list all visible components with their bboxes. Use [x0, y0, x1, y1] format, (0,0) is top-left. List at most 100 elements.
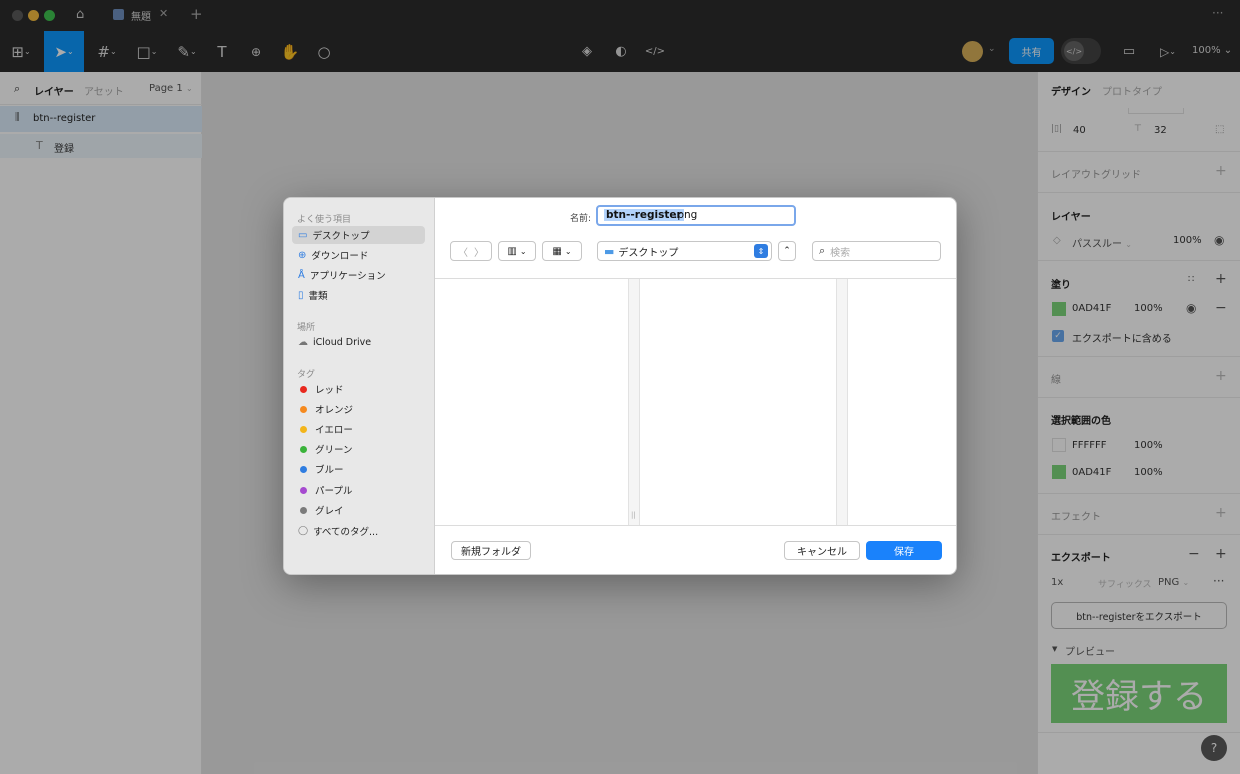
- close-tab-icon[interactable]: ✕: [159, 7, 168, 20]
- cancel-button[interactable]: キャンセル: [784, 541, 860, 560]
- sidebar-tag-yellow[interactable]: イエロー: [292, 420, 425, 438]
- help-button[interactable]: ?: [1201, 735, 1227, 761]
- filename-input[interactable]: btn--register .png: [596, 205, 796, 226]
- export-settings-icon[interactable]: ···: [1213, 574, 1224, 588]
- main-menu-icon[interactable]: ⊞ ⌄: [6, 31, 36, 72]
- selection-color-swatch[interactable]: [1052, 465, 1066, 479]
- home-icon[interactable]: ⌂: [76, 8, 90, 22]
- add-stroke-icon[interactable]: +: [1215, 368, 1227, 384]
- add-effect-icon[interactable]: +: [1215, 505, 1227, 521]
- fill-opacity[interactable]: 100%: [1134, 303, 1163, 314]
- zoom-level[interactable]: 100% ⌄: [1192, 45, 1232, 56]
- add-layout-grid-icon[interactable]: +: [1215, 163, 1227, 179]
- sidebar-tag-purple[interactable]: パープル: [292, 481, 425, 499]
- sidebar-item-downloads[interactable]: ⊕ ダウンロード: [292, 246, 425, 264]
- caret-down-icon[interactable]: ▼: [1052, 645, 1057, 653]
- add-fill-icon[interactable]: +: [1215, 271, 1227, 287]
- sidebar-item-documents[interactable]: ▯ 書類: [292, 286, 425, 304]
- chevron-right-icon[interactable]: 〉: [474, 244, 484, 259]
- chevron-down-icon[interactable]: ⌄: [988, 44, 996, 54]
- height-value[interactable]: 32: [1154, 125, 1167, 136]
- selection-color-opacity[interactable]: 100%: [1134, 467, 1163, 478]
- sidebar-tag-blue[interactable]: ブルー: [292, 460, 425, 478]
- back-forward-buttons[interactable]: 〈〉: [450, 241, 492, 261]
- present-icon[interactable]: ▷ ⌄: [1152, 31, 1184, 72]
- remove-export-icon[interactable]: −: [1188, 546, 1200, 562]
- remove-fill-icon[interactable]: −: [1215, 300, 1227, 316]
- library-icon[interactable]: ▭: [1118, 31, 1140, 72]
- sidebar-item-applications[interactable]: Å アプリケーション: [292, 266, 425, 284]
- resources-icon[interactable]: ⊕: [244, 31, 268, 72]
- close-window-button[interactable]: [12, 10, 23, 21]
- new-tab-icon[interactable]: +: [190, 5, 203, 23]
- sidebar-tag-red[interactable]: レッド: [292, 380, 425, 398]
- eye-icon[interactable]: ◉: [1214, 233, 1224, 247]
- more-menu-icon[interactable]: ···: [1212, 6, 1223, 20]
- file-column[interactable]: [848, 279, 956, 525]
- new-folder-button[interactable]: 新規フォルダ: [451, 541, 531, 560]
- minimize-window-button[interactable]: [28, 10, 39, 21]
- column-resizer[interactable]: ||: [628, 279, 640, 525]
- page-selector[interactable]: Page 1 ⌄: [149, 83, 193, 94]
- column-resizer[interactable]: [836, 279, 848, 525]
- search-placeholder: 検索: [830, 247, 851, 259]
- tab-design[interactable]: デザイン: [1051, 83, 1091, 98]
- view-mode-button[interactable]: ▥ ⌄: [498, 241, 536, 261]
- shape-tool-icon[interactable]: □ ⌄: [130, 31, 164, 72]
- dev-mode-toggle[interactable]: </>: [1061, 38, 1101, 64]
- width-value[interactable]: 40: [1073, 125, 1086, 136]
- group-button[interactable]: ▦ ⌄: [542, 241, 582, 261]
- layer-row-text[interactable]: T 登録: [0, 134, 202, 158]
- contrast-icon[interactable]: ◐: [610, 31, 632, 72]
- share-button[interactable]: 共有: [1009, 38, 1054, 64]
- add-export-icon[interactable]: +: [1215, 546, 1227, 562]
- sidebar-all-tags[interactable]: ◯ すべてのタグ...: [292, 522, 425, 540]
- code-icon[interactable]: </>: [644, 31, 666, 72]
- chevron-left-icon[interactable]: 〈: [458, 244, 468, 259]
- sidebar-item-desktop[interactable]: ▭ デスクトップ: [292, 226, 425, 244]
- sidebar-item-label: レッド: [315, 385, 344, 396]
- text-tool-icon[interactable]: T: [210, 31, 234, 72]
- tab-assets[interactable]: アセット: [84, 83, 124, 98]
- sidebar-item-label: グリーン: [315, 445, 353, 456]
- selection-color-hex[interactable]: FFFFFF: [1072, 440, 1107, 451]
- export-button[interactable]: btn--registerをエクスポート: [1051, 602, 1227, 629]
- export-include-checkbox[interactable]: ✓: [1052, 330, 1064, 342]
- fill-swatch[interactable]: [1052, 302, 1066, 316]
- selection-color-opacity[interactable]: 100%: [1134, 440, 1163, 451]
- search-field[interactable]: ⌕ 検索: [812, 241, 941, 261]
- file-column[interactable]: [435, 279, 628, 525]
- eye-icon[interactable]: ◉: [1186, 301, 1196, 315]
- file-column[interactable]: [640, 279, 836, 525]
- tab-prototype[interactable]: プロトタイプ: [1102, 83, 1162, 98]
- zoom-window-button[interactable]: [44, 10, 55, 21]
- sidebar-tag-orange[interactable]: オレンジ: [292, 400, 425, 418]
- comment-tool-icon[interactable]: ○: [312, 31, 336, 72]
- clip-content-icon[interactable]: ⬚: [1215, 124, 1224, 135]
- layer-opacity[interactable]: 100%: [1173, 235, 1202, 246]
- export-suffix-input[interactable]: サフィックス: [1098, 577, 1152, 590]
- tab-layers[interactable]: レイヤー: [34, 83, 74, 98]
- layer-row-btn-register[interactable]: ⫼ btn--register: [0, 106, 202, 132]
- hand-tool-icon[interactable]: ✋: [278, 31, 302, 72]
- component-icon[interactable]: ◈: [576, 31, 598, 72]
- pen-tool-icon[interactable]: ✎ ⌄: [170, 31, 204, 72]
- export-scale[interactable]: 1x: [1051, 577, 1063, 588]
- blend-mode-select[interactable]: パススルー ⌄: [1072, 235, 1132, 250]
- save-button[interactable]: 保存: [866, 541, 942, 560]
- chevron-up-icon[interactable]: ⌃: [778, 241, 796, 261]
- sidebar-item-icloud[interactable]: ☁ iCloud Drive: [292, 333, 425, 351]
- sidebar-tag-gray[interactable]: グレイ: [292, 501, 425, 519]
- styles-icon[interactable]: ∷: [1188, 274, 1194, 285]
- file-tab[interactable]: 無題 ✕: [101, 0, 181, 31]
- selection-color-hex[interactable]: 0AD41F: [1072, 467, 1111, 478]
- sidebar-tag-green[interactable]: グリーン: [292, 440, 425, 458]
- search-icon[interactable]: ⌕: [14, 82, 20, 96]
- location-select[interactable]: ▬ デスクトップ ⇕: [597, 241, 772, 261]
- export-format-select[interactable]: PNG ⌄: [1158, 577, 1189, 588]
- avatar[interactable]: [962, 41, 983, 62]
- move-tool-icon[interactable]: ➤ ⌄: [44, 31, 84, 72]
- frame-tool-icon[interactable]: # ⌄: [90, 31, 124, 72]
- selection-color-swatch[interactable]: [1052, 438, 1066, 452]
- fill-hex[interactable]: 0AD41F: [1072, 303, 1111, 314]
